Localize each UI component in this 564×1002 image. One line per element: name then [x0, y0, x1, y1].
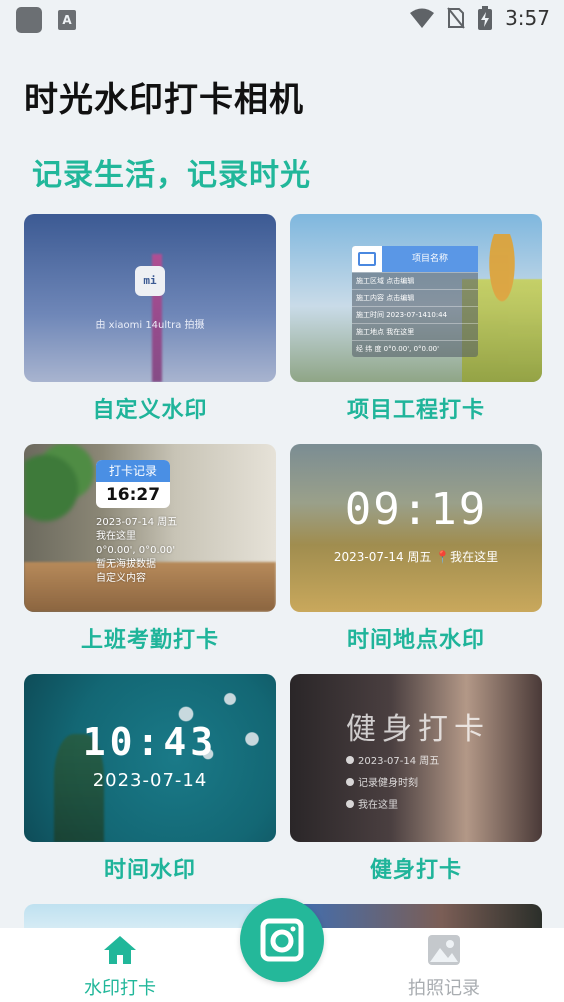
photo-icon: [428, 935, 460, 965]
panel-title: 项目名称: [382, 246, 478, 272]
thumb-time: 09:19: [344, 484, 488, 535]
thumb-line: 自定义内容: [96, 573, 146, 584]
card-time-location[interactable]: 09:19 2023-07-14 周五 📍我在这里 时间地点水印: [290, 444, 542, 654]
card-label: 时间水印: [103, 858, 196, 883]
checkin-badge: 打卡记录 16:27: [96, 460, 170, 508]
battery-charging-icon: [478, 6, 493, 30]
camera-button[interactable]: [240, 898, 324, 982]
slogan-text: 记录生活，记录时光: [32, 158, 311, 193]
card-thumbnail: 项目名称 施工区域 点击编辑 施工内容 点击编辑 施工时间 2023-07-14…: [290, 214, 542, 382]
card-attendance[interactable]: 打卡记录 16:27 2023-07-14 周五 我在这里 0°0.00', 0…: [24, 444, 276, 654]
thumb-line: 2023-07-14 周五: [96, 517, 178, 528]
thumb-title: 健身打卡: [346, 712, 490, 747]
location-pin-icon: [346, 799, 354, 808]
mi-logo-icon: mi: [135, 266, 165, 296]
badge-title: 打卡记录: [96, 460, 170, 482]
page-title: 时光水印打卡相机: [24, 80, 304, 120]
card-label: 健身打卡: [369, 858, 462, 883]
card-time-watermark[interactable]: 10:43 2023-07-14 时间水印: [24, 674, 276, 884]
thumb-line: 记录健身时刻: [358, 778, 418, 789]
thumb-line: 暂无海拔数据: [96, 559, 156, 570]
status-bar: A 3:57: [0, 0, 564, 40]
document-icon: [352, 246, 382, 272]
panel-row: 施工区域 点击编辑: [352, 272, 478, 289]
clock-text: 3:57: [505, 6, 550, 30]
nav-label: 拍照记录: [408, 978, 480, 999]
wifi-icon: [410, 8, 435, 28]
thumb-line: 我在这里: [358, 800, 398, 811]
card-thumbnail: 10:43 2023-07-14: [24, 674, 276, 842]
panel-row: 经 纬 度 0°0.00', 0°0.00': [352, 340, 478, 357]
app-notification-icon: [16, 7, 42, 33]
card-thumbnail: 09:19 2023-07-14 周五 📍我在这里: [290, 444, 542, 612]
badge-time: 16:27: [105, 485, 161, 505]
card-thumbnail: 健身打卡 2023-07-14 周五 记录健身时刻 我在这里: [290, 674, 542, 842]
card-label: 自定义水印: [92, 398, 208, 423]
thumb-date: 2023-07-14: [92, 770, 208, 791]
home-icon: [104, 936, 136, 964]
thumb-line: 2023-07-14 周五: [358, 756, 440, 767]
card-custom-watermark[interactable]: mi 由 xiaomi 14ultra 拍摄 自定义水印: [24, 214, 276, 424]
card-project-checkin[interactable]: 项目名称 施工区域 点击编辑 施工内容 点击编辑 施工时间 2023-07-14…: [290, 214, 542, 424]
thumb-time: 10:43: [82, 720, 218, 764]
nav-watermark-checkin[interactable]: 水印打卡: [60, 934, 180, 1000]
card-fitness[interactable]: 健身打卡 2023-07-14 周五 记录健身时刻 我在这里 健身打卡: [290, 674, 542, 884]
nav-label: 水印打卡: [84, 978, 156, 999]
clock-icon: [346, 755, 354, 764]
project-panel: 项目名称 施工区域 点击编辑 施工内容 点击编辑 施工时间 2023-07-14…: [352, 246, 478, 357]
panel-row: 施工时间 2023-07-1410:44: [352, 306, 478, 323]
nav-photo-records[interactable]: 拍照记录: [384, 934, 504, 1000]
a-notification-icon: A: [58, 10, 76, 30]
flag-icon: [346, 777, 354, 786]
thumb-line: 0°0.00', 0°0.00': [96, 545, 176, 556]
thumb-meta: 2023-07-14 周五 📍我在这里: [333, 550, 499, 564]
card-label: 项目工程打卡: [346, 398, 485, 423]
thumb-line: 我在这里: [96, 531, 136, 542]
card-label: 时间地点水印: [346, 628, 485, 653]
card-thumbnail: mi 由 xiaomi 14ultra 拍摄: [24, 214, 276, 382]
thumb-caption: 由 xiaomi 14ultra 拍摄: [95, 320, 205, 331]
no-sim-icon: [447, 7, 465, 29]
camera-icon: [260, 918, 304, 962]
panel-row: 施工内容 点击编辑: [352, 289, 478, 306]
card-label: 上班考勤打卡: [80, 628, 219, 653]
panel-row: 施工地点 我在这里: [352, 323, 478, 340]
card-thumbnail: 打卡记录 16:27 2023-07-14 周五 我在这里 0°0.00', 0…: [24, 444, 276, 612]
